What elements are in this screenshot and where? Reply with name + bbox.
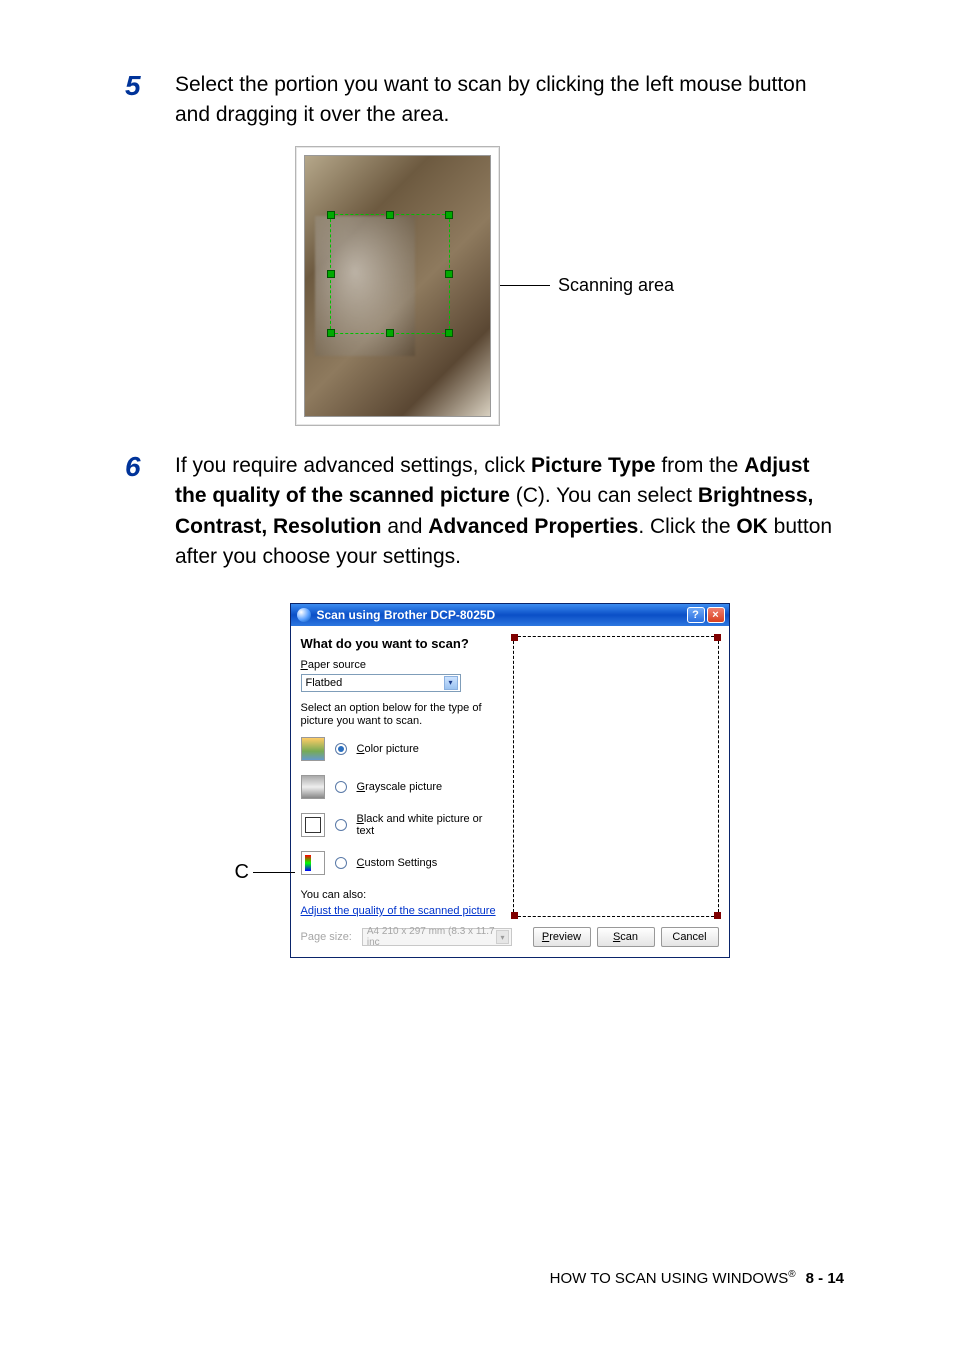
bw-picture-icon: [301, 813, 325, 837]
paper-source-label: Paper source: [301, 659, 501, 671]
option-color-picture[interactable]: Color picture: [301, 737, 501, 761]
figure-preview-selection: Scanning area: [125, 146, 844, 426]
page-number: 8 - 14: [806, 1270, 844, 1287]
option-label: Black and white picture or text: [357, 813, 501, 837]
t: and: [382, 515, 429, 538]
radio-bw-picture[interactable]: [335, 819, 347, 831]
chevron-down-icon: ▾: [496, 930, 509, 944]
picture-type-prompt: Select an option below for the type of p…: [301, 702, 501, 730]
step-6: 6 If you require advanced settings, clic…: [125, 451, 844, 573]
cancel-button[interactable]: Cancel: [661, 927, 719, 947]
option-grayscale-picture[interactable]: Grayscale picture: [301, 775, 501, 799]
figure-scan-dialog: C Scan using Brother DCP-8025D ? × What …: [125, 603, 844, 959]
dialog-footer: Page size: A4 210 x 297 mm (8.3 x 11.7 i…: [291, 923, 729, 957]
t: OK: [736, 515, 768, 538]
t: Advanced Properties: [428, 515, 638, 538]
step-number-6: 6: [125, 451, 175, 573]
dialog-title: Scan using Brother DCP-8025D: [317, 608, 496, 622]
step-5-text: Select the portion you want to scan by c…: [175, 70, 844, 131]
custom-settings-icon: [301, 851, 325, 875]
page-size-label: Page size:: [301, 931, 352, 943]
c-letter: C: [235, 861, 249, 884]
help-button[interactable]: ?: [687, 607, 705, 623]
option-custom-settings[interactable]: Custom Settings: [301, 851, 501, 875]
t: . Click the: [638, 515, 736, 538]
page-content: 5 Select the portion you want to scan by…: [0, 0, 954, 958]
grayscale-picture-icon: [301, 775, 325, 799]
paper-source-select[interactable]: Flatbed ▾: [301, 674, 461, 692]
preview-frame: [295, 146, 500, 426]
callout-scanning-area: Scanning area: [558, 275, 674, 296]
dialog-body: What do you want to scan? Paper source F…: [291, 626, 729, 924]
dialog-titlebar[interactable]: Scan using Brother DCP-8025D ? ×: [291, 604, 729, 626]
color-picture-icon: [301, 737, 325, 761]
page-size-value: A4 210 x 297 mm (8.3 x 11.7 inc: [367, 926, 496, 948]
scan-button[interactable]: Scan: [597, 927, 655, 947]
t: from the: [656, 454, 745, 477]
adjust-quality-link[interactable]: Adjust the quality of the scanned pictur…: [301, 905, 496, 917]
radio-color-picture[interactable]: [335, 743, 347, 755]
preview-button[interactable]: Preview: [533, 927, 591, 947]
page-size-select: A4 210 x 297 mm (8.3 x 11.7 inc ▾: [362, 928, 512, 946]
chevron-down-icon: ▾: [444, 676, 458, 690]
preview-selection[interactable]: [513, 636, 719, 918]
option-bw-picture[interactable]: Black and white picture or text: [301, 813, 501, 837]
dialog-preview-pane[interactable]: [513, 636, 719, 918]
radio-custom-settings[interactable]: [335, 857, 347, 869]
paper-source-value: Flatbed: [306, 677, 343, 689]
close-button[interactable]: ×: [707, 607, 725, 623]
option-label: Custom Settings: [357, 857, 438, 869]
option-label: Grayscale picture: [357, 781, 443, 793]
step-5: 5 Select the portion you want to scan by…: [125, 70, 844, 131]
t: (C). You can select: [510, 484, 698, 507]
t: Picture Type: [531, 454, 655, 477]
option-label: Color picture: [357, 743, 419, 755]
page-footer: HOW TO SCAN USING WINDOWS® 8 - 14: [550, 1269, 844, 1287]
radio-grayscale-picture[interactable]: [335, 781, 347, 793]
scanning-selection-box[interactable]: [330, 214, 450, 334]
dialog-heading: What do you want to scan?: [301, 636, 501, 651]
callout-c-marker: C: [235, 861, 295, 884]
scanner-icon: [297, 608, 311, 622]
preview-image: [304, 155, 491, 417]
footer-text: HOW TO SCAN USING WINDOWS: [550, 1270, 789, 1287]
step-6-text: If you require advanced settings, click …: [175, 451, 844, 573]
dialog-left-column: What do you want to scan? Paper source F…: [301, 636, 501, 918]
you-can-also-label: You can also:: [301, 889, 501, 901]
t: If you require advanced settings, click: [175, 454, 531, 477]
scan-dialog: Scan using Brother DCP-8025D ? × What do…: [290, 603, 730, 959]
registered-mark: ®: [788, 1269, 795, 1280]
step-number-5: 5: [125, 70, 175, 131]
